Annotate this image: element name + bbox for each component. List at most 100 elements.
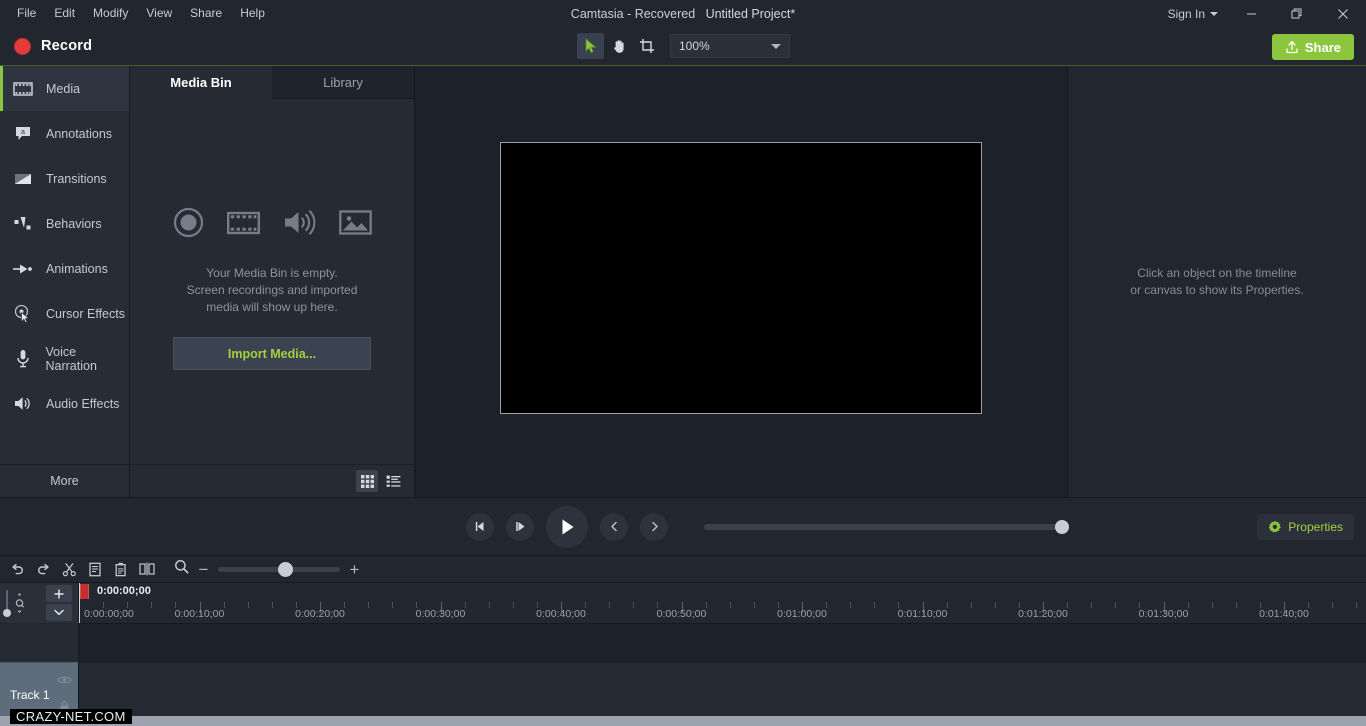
- previous-frame-button[interactable]: [466, 512, 494, 541]
- track-height-slider[interactable]: [3, 589, 11, 617]
- track-height-control[interactable]: [3, 589, 26, 617]
- undo-icon: [11, 563, 23, 574]
- sidebar-item-behaviors[interactable]: Behaviors: [0, 201, 129, 246]
- timeline-zoom-slider[interactable]: [218, 561, 340, 577]
- timeline-ruler[interactable]: 0:00:00;00 0:00:10;00 0:00:20;00 0:00:30;00…: [79, 583, 1366, 624]
- track-height-knob: [3, 608, 11, 617]
- sidebar-item-media[interactable]: Media: [0, 66, 129, 111]
- share-button[interactable]: Share: [1271, 34, 1354, 60]
- next-marker-button[interactable]: [640, 512, 668, 541]
- volume-slider-knob[interactable]: [1055, 519, 1069, 534]
- sidebar-item-transitions[interactable]: Transitions: [0, 156, 129, 201]
- sidebar-item-label: Annotations: [46, 126, 113, 141]
- timeline-ruler-label: 0:01:10;00: [897, 608, 948, 620]
- sidebar-item-voice-narration[interactable]: Voice Narration: [0, 336, 129, 381]
- sidebar-more-button[interactable]: More: [0, 464, 129, 497]
- menu-item-file[interactable]: File: [8, 3, 45, 24]
- paste-button[interactable]: [108, 558, 134, 580]
- media-bin-empty-icons: [173, 207, 372, 243]
- timeline-zoom-out-button[interactable]: −: [197, 561, 210, 578]
- cursor-tool-button[interactable]: [577, 33, 604, 59]
- gear-icon: [1268, 520, 1282, 532]
- menu-item-help[interactable]: Help: [231, 3, 274, 24]
- cut-button[interactable]: [56, 558, 82, 580]
- hand-tool-button[interactable]: [605, 33, 632, 59]
- annotation-icon: a: [12, 125, 34, 142]
- close-button[interactable]: [1320, 0, 1366, 27]
- sidebar-item-label: Media: [46, 81, 81, 96]
- maximize-button[interactable]: [1274, 0, 1320, 27]
- tab-media-bin-label: Media Bin: [170, 74, 232, 90]
- previous-marker-button[interactable]: [600, 512, 628, 541]
- zoom-level-select[interactable]: 100%: [670, 34, 790, 58]
- sidebar-item-animations[interactable]: Animations: [0, 246, 129, 291]
- next-frame-button[interactable]: [506, 512, 534, 541]
- add-track-button[interactable]: [46, 585, 72, 602]
- track-name-label: Track 1: [10, 687, 50, 702]
- timeline-zoom-in-button[interactable]: +: [348, 561, 361, 578]
- video-canvas[interactable]: [500, 141, 982, 414]
- import-media-button[interactable]: Import Media...: [173, 337, 371, 370]
- speaker-icon: [12, 395, 34, 412]
- volume-slider[interactable]: [704, 519, 1069, 534]
- record-circle-icon: [173, 207, 204, 243]
- menu-item-modify[interactable]: Modify: [84, 3, 137, 24]
- status-bar: [0, 716, 1366, 726]
- window-title-app: Camtasia - Recovered: [570, 6, 696, 21]
- import-media-label: Import Media...: [227, 346, 317, 361]
- title-bar: File Edit Modify View Share Help Camtasi…: [0, 0, 1366, 27]
- scissors-icon: [62, 562, 76, 576]
- next-frame-icon: [515, 522, 524, 531]
- split-icon: [139, 562, 155, 576]
- minimize-icon: [1246, 13, 1256, 15]
- timeline-zoom-knob[interactable]: [277, 561, 293, 577]
- eye-icon[interactable]: [57, 672, 72, 690]
- timeline-ruler-label: 0:01:40;00: [1259, 608, 1309, 620]
- properties-panel: Click an object on the timeline or canva…: [1068, 66, 1366, 497]
- sidebar-item-cursor-effects[interactable]: Cursor Effects: [0, 291, 129, 336]
- redo-icon: [37, 563, 49, 574]
- watermark: CRAZY-NET.COM: [10, 709, 132, 724]
- title-bar-right: Sign In: [1158, 0, 1366, 27]
- playhead[interactable]: [79, 583, 89, 623]
- zoom-to-fit-icon[interactable]: [174, 559, 189, 579]
- film-icon: [12, 81, 34, 97]
- sign-in-button[interactable]: Sign In: [1158, 0, 1228, 27]
- list-view-button[interactable]: [382, 470, 404, 492]
- play-button[interactable]: [546, 505, 588, 548]
- split-button[interactable]: [134, 558, 160, 580]
- menu-item-share[interactable]: Share: [181, 3, 231, 24]
- window-title-project: Untitled Project*: [705, 6, 796, 21]
- plus-icon: [54, 589, 64, 598]
- menu-item-view[interactable]: View: [137, 3, 181, 24]
- playhead-time-label: 0:00:00;00: [97, 585, 151, 597]
- crop-tool-button[interactable]: [633, 33, 660, 59]
- track-zoom-icon: [15, 593, 25, 613]
- minimize-button[interactable]: [1228, 0, 1274, 27]
- sidebar-item-audio-effects[interactable]: Audio Effects: [0, 381, 129, 426]
- preview-canvas-area[interactable]: [415, 66, 1068, 497]
- grid-view-button[interactable]: [356, 470, 378, 492]
- tab-media-bin[interactable]: Media Bin: [130, 66, 272, 99]
- share-button-label: Share: [1304, 39, 1341, 55]
- timeline-ruler-label: 0:01:00;00: [777, 608, 827, 620]
- properties-empty-message: Click an object on the timeline or canva…: [1130, 265, 1303, 299]
- sidebar-item-label: Behaviors: [46, 216, 102, 231]
- copy-button[interactable]: [82, 558, 108, 580]
- menu-item-edit[interactable]: Edit: [45, 3, 84, 24]
- record-button[interactable]: Record: [0, 27, 106, 65]
- zoom-level-value: 100%: [679, 39, 710, 53]
- properties-empty-line2: or canvas to show its Properties.: [1130, 282, 1304, 297]
- redo-button[interactable]: [30, 558, 56, 580]
- timeline-canvas[interactable]: [79, 624, 1366, 726]
- playhead-marker[interactable]: [80, 584, 89, 599]
- tab-library-label: Library: [323, 74, 363, 90]
- paste-icon: [115, 562, 126, 576]
- sidebar-item-annotations[interactable]: a Annotations: [0, 111, 129, 156]
- tab-library[interactable]: Library: [272, 66, 414, 99]
- undo-button[interactable]: [4, 558, 30, 580]
- timeline-ruler-label: 0:00:40;00: [536, 608, 586, 620]
- main-area: Media a Annotations Transitions Behavior…: [0, 66, 1366, 497]
- track-menu-button[interactable]: [46, 604, 72, 621]
- properties-toggle-button[interactable]: Properties: [1257, 513, 1354, 540]
